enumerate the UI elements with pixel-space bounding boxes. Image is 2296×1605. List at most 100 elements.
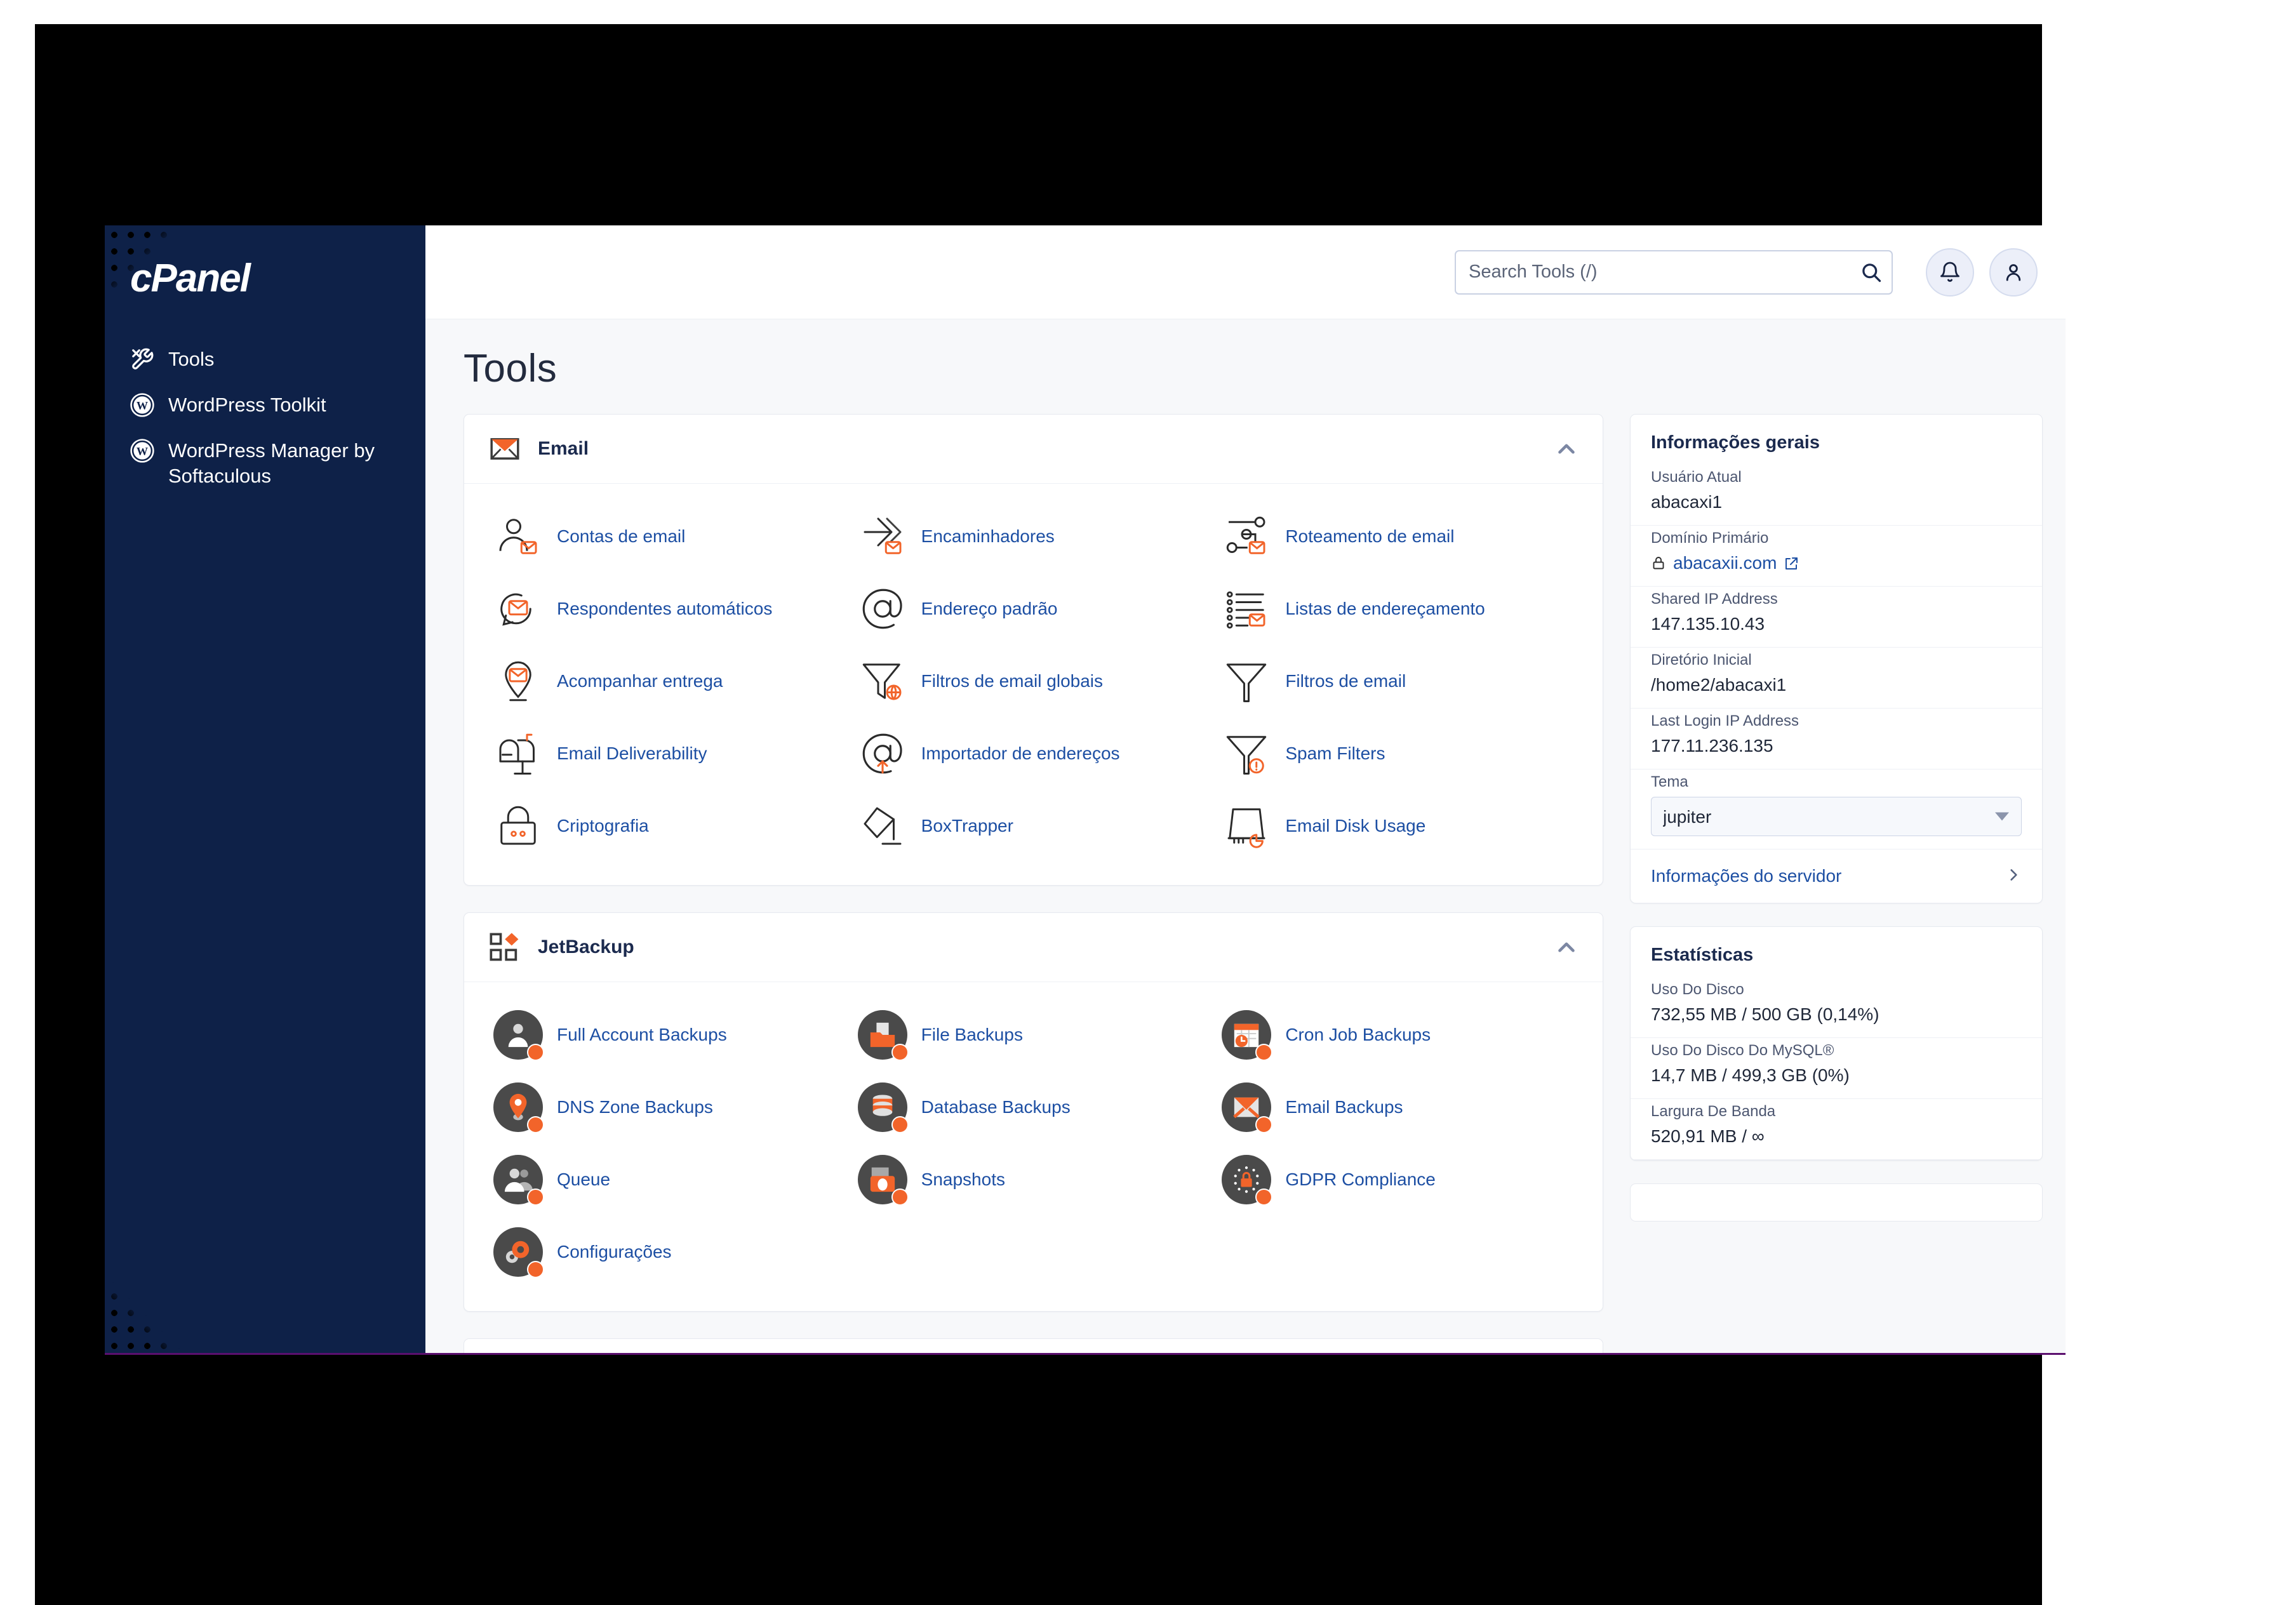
- sidebar: cPanel Tools W WordPress Toolkit W WordP…: [105, 225, 425, 1353]
- tool-acompanhar-entrega[interactable]: Acompanhar entrega: [487, 648, 851, 715]
- info-row-usuario-atual: Usuário Atual abacaxi1: [1631, 465, 2042, 526]
- info-label: Tema: [1651, 773, 1688, 790]
- stat-value: 14,7 MB / 499,3 GB (0%): [1651, 1065, 1850, 1085]
- tool-label: Contas de email: [557, 526, 686, 547]
- tool-gdpr-compliance[interactable]: GDPR Compliance: [1215, 1146, 1580, 1213]
- svg-text:W: W: [137, 445, 148, 458]
- theme-select[interactable]: jupiter: [1651, 797, 2022, 836]
- tool-filtros-de-email[interactable]: Filtros de email: [1215, 648, 1580, 715]
- tool-queue[interactable]: Queue: [487, 1146, 851, 1213]
- tool-email-disk-usage[interactable]: Email Disk Usage: [1215, 792, 1580, 860]
- info-label: Last Login IP Address: [1651, 712, 1799, 729]
- tool-spam-filters[interactable]: Spam Filters: [1215, 720, 1580, 787]
- chevron-up-icon[interactable]: [1553, 436, 1580, 462]
- tool-importador-de-enderecos[interactable]: Importador de endereços: [851, 720, 1216, 787]
- primary-domain-link[interactable]: abacaxii.com: [1651, 553, 2022, 573]
- info-row-dominio-primario: Domínio Primário abacaxii.com: [1631, 526, 2042, 587]
- tool-label: Database Backups: [921, 1097, 1071, 1117]
- tool-boxtrapper[interactable]: BoxTrapper: [851, 792, 1216, 860]
- general-info-card: Informações gerais Usuário Atual abacaxi…: [1630, 414, 2043, 903]
- tool-label: Queue: [557, 1169, 611, 1190]
- mailing-list-icon: [1222, 584, 1271, 634]
- tool-email-backups[interactable]: Email Backups: [1215, 1074, 1580, 1141]
- tool-endereco-padrao[interactable]: Endereço padrão: [851, 575, 1216, 643]
- tool-listas-de-enderecamento[interactable]: Listas de endereçamento: [1215, 575, 1580, 643]
- general-info-title: Informações gerais: [1651, 432, 1820, 453]
- tool-label: Snapshots: [921, 1169, 1005, 1190]
- filter-icon: [1222, 656, 1271, 706]
- stat-label: Uso Do Disco: [1651, 981, 1744, 998]
- tool-respondentes-automaticos[interactable]: Respondentes automáticos: [487, 575, 851, 643]
- tool-label: File Backups: [921, 1025, 1023, 1045]
- section-email: Email Contas de email Encaminhadores Rot…: [464, 414, 1603, 886]
- chevron-up-icon[interactable]: [1553, 934, 1580, 961]
- tool-label: GDPR Compliance: [1285, 1169, 1436, 1190]
- info-value: abacaxi1: [1651, 492, 1723, 512]
- section-jetbackup-grid: Full Account Backups File Backups Cron J…: [464, 982, 1603, 1311]
- notifications-button[interactable]: [1926, 248, 1974, 296]
- delivery-pin-icon: [493, 656, 543, 706]
- section-email-header[interactable]: Email: [464, 415, 1603, 484]
- stat-row-uso-do-disco: Uso Do Disco 732,55 MB / 500 GB (0,14%): [1631, 977, 2042, 1038]
- sidebar-nav: Tools W WordPress Toolkit W WordPress Ma…: [105, 336, 425, 498]
- tool-criptografia[interactable]: Criptografia: [487, 792, 851, 860]
- tool-filtros-de-email-globais[interactable]: Filtros de email globais: [851, 648, 1216, 715]
- tool-configuracoes[interactable]: Configurações: [487, 1218, 851, 1286]
- tool-snapshots[interactable]: Snapshots: [851, 1146, 1216, 1213]
- sidebar-item-wordpress-manager[interactable]: W WordPress Manager by Softaculous: [105, 428, 425, 498]
- tool-label: Criptografia: [557, 816, 649, 836]
- statistics-title: Estatísticas: [1651, 945, 1754, 965]
- cpanel-logo[interactable]: cPanel: [130, 256, 251, 301]
- theme-select-wrap: jupiter: [1651, 797, 2022, 836]
- info-label: Diretório Inicial: [1651, 651, 1752, 669]
- user-icon: [2006, 263, 2021, 281]
- tool-file-backups[interactable]: File Backups: [851, 1001, 1216, 1069]
- tool-encaminhadores[interactable]: Encaminhadores: [851, 503, 1216, 570]
- lock-icon: [493, 801, 543, 851]
- jetbackup-badge: [1255, 1189, 1273, 1206]
- global-filter-icon: [858, 656, 907, 706]
- page-title: Tools: [464, 347, 557, 390]
- sidebar-dot-pattern-bottom: [105, 1270, 187, 1353]
- statistics-card: Estatísticas Uso Do Disco 732,55 MB / 50…: [1630, 926, 2043, 1161]
- tool-contas-de-email[interactable]: Contas de email: [487, 503, 851, 570]
- spam-filter-icon: [1222, 729, 1271, 778]
- tool-full-account-backups[interactable]: Full Account Backups: [487, 1001, 851, 1069]
- jetbackup-badge: [891, 1116, 909, 1133]
- top-bar: [425, 225, 2066, 319]
- search-icon[interactable]: [1860, 261, 1883, 284]
- tool-label: Configurações: [557, 1242, 672, 1262]
- server-info-link[interactable]: Informações do servidor: [1631, 849, 2042, 903]
- map-pin-icon: [493, 1082, 544, 1133]
- sidebar-item-wordpress-toolkit[interactable]: W WordPress Toolkit: [105, 382, 425, 428]
- section-jetbackup: JetBackup Full Account Backups File Back…: [464, 912, 1603, 1312]
- stat-row-largura-de-banda: Largura De Banda 520,91 MB / ∞: [1631, 1099, 2042, 1160]
- section-jetbackup-header[interactable]: JetBackup: [464, 913, 1603, 982]
- mailbox-icon: [493, 729, 543, 778]
- external-link-icon[interactable]: [1784, 556, 1799, 571]
- user-mail-icon: [493, 512, 543, 561]
- bell-icon: [1940, 262, 1959, 282]
- tool-label: Filtros de email: [1285, 671, 1406, 691]
- tool-cron-job-backups[interactable]: Cron Job Backups: [1215, 1001, 1580, 1069]
- statistics-next-partial: [1630, 1183, 2043, 1222]
- stat-value: 732,55 MB / 500 GB (0,14%): [1651, 1004, 1879, 1024]
- tool-dns-zone-backups[interactable]: DNS Zone Backups: [487, 1074, 851, 1141]
- info-value: 147.135.10.43: [1651, 614, 1765, 634]
- tool-database-backups[interactable]: Database Backups: [851, 1074, 1216, 1141]
- at-import-icon: [858, 729, 907, 778]
- server-info-label: Informações do servidor: [1651, 866, 1842, 886]
- info-column: Informações gerais Usuário Atual abacaxi…: [1630, 414, 2043, 1222]
- jetbackup-badge: [527, 1044, 544, 1061]
- tool-roteamento-de-email[interactable]: Roteamento de email: [1215, 503, 1580, 570]
- tool-label: Listas de endereçamento: [1285, 599, 1485, 619]
- sidebar-item-label: WordPress Toolkit: [168, 394, 326, 416]
- info-label: Domínio Primário: [1651, 529, 1769, 547]
- sidebar-item-tools[interactable]: Tools: [105, 336, 425, 382]
- jetbackup-badge: [1255, 1116, 1273, 1133]
- search-input[interactable]: [1455, 250, 1893, 295]
- cpanel-page: cPanel Tools W WordPress Toolkit W WordP…: [105, 225, 2066, 1355]
- search-box: [1455, 250, 1893, 295]
- account-button[interactable]: [1989, 248, 2038, 296]
- tool-email-deliverability[interactable]: Email Deliverability: [487, 720, 851, 787]
